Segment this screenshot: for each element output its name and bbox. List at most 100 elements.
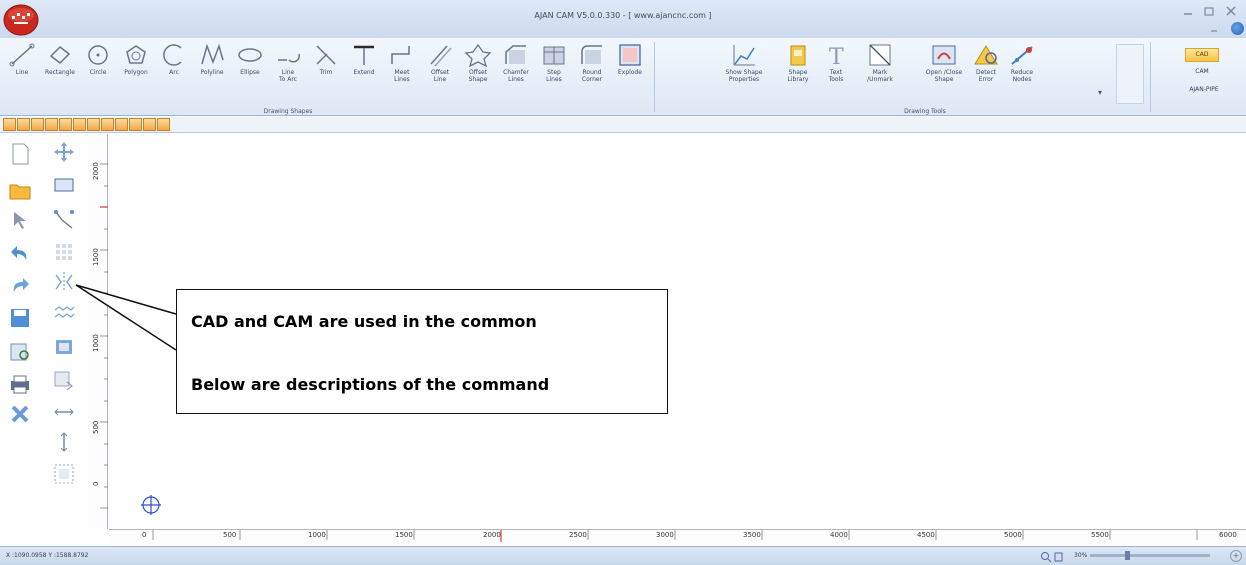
delete-icon[interactable] xyxy=(8,402,32,426)
align-icon[interactable] xyxy=(52,336,76,360)
hruler-label: 1500 xyxy=(395,531,413,539)
snap-polar-icon[interactable] xyxy=(143,118,156,131)
open-folder-icon[interactable] xyxy=(8,178,32,202)
ajan-pipe-mode-tab[interactable]: AJAN-PIPE xyxy=(1174,86,1234,98)
array-icon[interactable] xyxy=(52,240,76,264)
line-to-arc-tool-button[interactable]: Line To Arc xyxy=(270,42,306,102)
hruler-label: 2000 xyxy=(483,531,501,539)
new-file-icon[interactable] xyxy=(8,142,32,166)
snap-intersection-icon[interactable] xyxy=(31,118,44,131)
hruler-label: 0 xyxy=(142,531,147,539)
snap-center-icon[interactable] xyxy=(45,118,58,131)
circle-tool-button[interactable]: Circle xyxy=(80,42,116,102)
step-lines-tool-button[interactable]: Step Lines xyxy=(536,42,572,102)
tool-label: Shape Library xyxy=(787,69,809,83)
cam-mode-tab[interactable]: CAM xyxy=(1185,68,1219,80)
vertical-ruler-ticks xyxy=(100,163,108,509)
shape-library-button[interactable]: Shape Library xyxy=(780,42,816,102)
measure-icon[interactable] xyxy=(52,400,76,424)
snap-ortho-icon[interactable] xyxy=(157,118,170,131)
trim-tool-button[interactable]: Trim xyxy=(308,42,344,102)
offset-shape-tool-button[interactable]: Offset Shape xyxy=(460,42,496,102)
ribbon-gallery-box[interactable] xyxy=(1116,44,1144,104)
hruler-label: 4500 xyxy=(917,531,935,539)
zoom-in-icon[interactable]: + xyxy=(1230,550,1242,562)
sort-shapes-icon[interactable] xyxy=(52,368,76,392)
tool-label: Offset Shape xyxy=(468,69,488,83)
open-close-shape-button[interactable]: Open /Close Shape xyxy=(922,42,966,102)
cad-mode-tab[interactable]: CAD xyxy=(1185,48,1219,62)
minimize-button[interactable] xyxy=(1180,3,1196,17)
hruler-label: 6000 xyxy=(1219,531,1237,539)
meet-lines-tool-button[interactable]: Meet Lines xyxy=(384,42,420,102)
line-to-arc-icon xyxy=(278,53,301,63)
callout-line-2: Below are descriptions of the command xyxy=(191,375,550,394)
polyline-tool-button[interactable]: Polyline xyxy=(194,42,230,102)
vertical-measure-icon[interactable] xyxy=(52,430,76,454)
text-tools-button[interactable]: T Text Tools xyxy=(818,42,854,102)
bounding-box-icon[interactable] xyxy=(52,462,76,486)
zoom-slider[interactable] xyxy=(1090,551,1210,560)
extend-tool-button[interactable]: Extend xyxy=(346,42,382,102)
ribbon-dropdown-arrow-icon[interactable]: ▾ xyxy=(1090,88,1110,102)
close-button[interactable] xyxy=(1223,3,1239,17)
zoom-slider-thumb[interactable] xyxy=(1125,551,1130,560)
line-tool-button[interactable]: Line xyxy=(4,42,40,102)
help-icon[interactable] xyxy=(1231,22,1244,35)
scale-icon[interactable] xyxy=(52,174,76,198)
print-preview-icon[interactable] xyxy=(8,340,32,364)
drawing-tools-group-label: Drawing Tools xyxy=(904,108,946,115)
ellipse-tool-button[interactable]: Ellipse xyxy=(232,42,268,102)
app-window: AJAN CAM V5.0.0.330 - [ www.ajancnc.com … xyxy=(0,0,1246,565)
move-icon[interactable] xyxy=(52,140,76,164)
snap-nearest-icon[interactable] xyxy=(101,118,114,131)
arc-tool-button[interactable]: Arc xyxy=(156,42,192,102)
step-lines-icon xyxy=(543,46,565,65)
chamfer-lines-tool-button[interactable]: Chamfer Lines xyxy=(498,42,534,102)
snap-quadrant-icon[interactable] xyxy=(59,118,72,131)
snap-node-icon[interactable] xyxy=(115,118,128,131)
explode-tool-button[interactable]: Explode xyxy=(612,42,648,102)
offset-line-icon xyxy=(430,45,452,67)
round-corner-tool-button[interactable]: Round Corner xyxy=(574,42,610,102)
hruler-label: 5000 xyxy=(1004,531,1022,539)
restore-button[interactable] xyxy=(1201,3,1217,17)
mirror-icon[interactable] xyxy=(52,270,76,294)
ribbon-separator xyxy=(1150,42,1151,112)
polygon-tool-button[interactable]: Polygon xyxy=(118,42,154,102)
reduce-nodes-button[interactable]: Reduce Nodes xyxy=(1004,42,1040,102)
open-close-shape-icon xyxy=(932,45,956,65)
rectangle-tool-button[interactable]: Rectangle xyxy=(42,42,78,102)
save-icon[interactable] xyxy=(8,306,32,330)
zoom-fit-icon[interactable] xyxy=(1040,551,1064,563)
snap-endpoint-icon[interactable] xyxy=(3,118,16,131)
zigzag-icon[interactable] xyxy=(52,302,76,326)
title-bar: AJAN CAM V5.0.0.330 - [ www.ajancnc.com … xyxy=(0,0,1246,38)
undo-icon[interactable] xyxy=(8,242,32,266)
trim-icon xyxy=(316,45,336,65)
edit-nodes-icon[interactable] xyxy=(52,208,76,232)
annotation-callout: CAD and CAM are used in the common Below… xyxy=(176,289,668,414)
vruler-label: 1000 xyxy=(92,334,100,352)
show-shape-properties-button[interactable]: Show Shape Properties xyxy=(720,42,768,102)
snap-midpoint-icon[interactable] xyxy=(17,118,30,131)
mark-unmark-button[interactable]: Mark /Unmark xyxy=(862,42,898,102)
detect-error-button[interactable]: Detect Error xyxy=(968,42,1004,102)
snap-grid-icon[interactable] xyxy=(129,118,142,131)
print-icon[interactable] xyxy=(8,372,32,396)
ribbon-minimize-icon[interactable] xyxy=(1208,22,1220,34)
reduce-nodes-icon xyxy=(1011,46,1033,65)
snap-tangent-icon[interactable] xyxy=(73,118,86,131)
hruler-label: 3000 xyxy=(656,531,674,539)
tool-label: Extend xyxy=(353,69,375,76)
tool-label: Show Shape Properties xyxy=(725,69,763,83)
tool-label: Open /Close Shape xyxy=(925,69,963,83)
ribbon-separator xyxy=(654,42,655,112)
tool-label: Circle xyxy=(89,69,107,76)
offset-line-tool-button[interactable]: Offset Line xyxy=(422,42,458,102)
detect-error-icon xyxy=(974,45,998,65)
hruler-label: 4000 xyxy=(830,531,848,539)
snap-perpendicular-icon[interactable] xyxy=(87,118,100,131)
redo-icon[interactable] xyxy=(8,274,32,298)
select-pointer-icon[interactable] xyxy=(8,208,32,232)
